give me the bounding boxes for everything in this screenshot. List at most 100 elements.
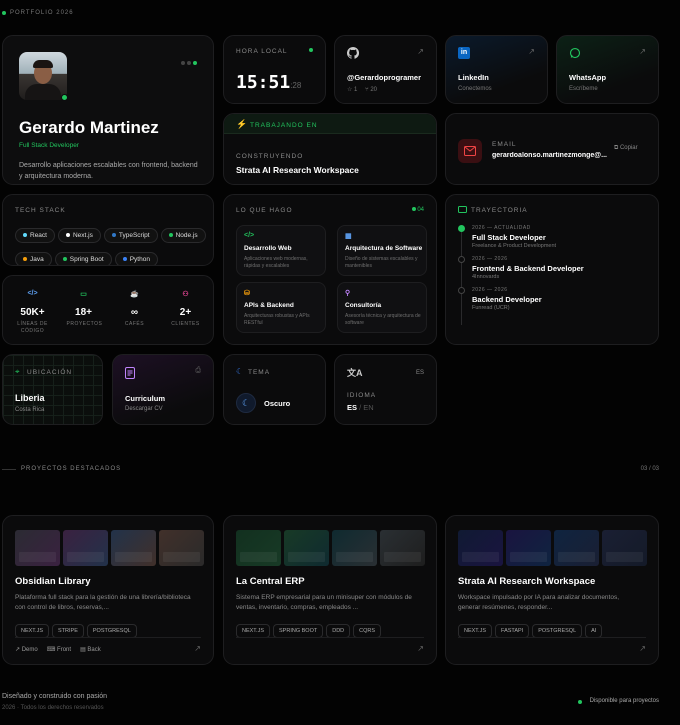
email-label: EMAIL (492, 141, 517, 148)
users-icon: ⚇ (182, 291, 189, 298)
project-thumbnail (380, 530, 425, 566)
blocks-icon: ▦ (345, 233, 352, 240)
code-icon: ⌨ (46, 647, 58, 653)
window-dots (179, 52, 197, 70)
services-label: LO QUE HAGO (236, 207, 293, 214)
language-en[interactable]: EN (363, 403, 373, 412)
footer-line1: Diseñado y construido con pasión (2, 693, 108, 700)
star-icon: ☆ (347, 87, 355, 93)
project-link-label: Demo (21, 647, 38, 653)
theme-card[interactable]: ☾ TEMA ☾ Oscuro (223, 354, 326, 425)
service-title: Arquitectura de Software (345, 245, 423, 252)
timeline-dot (458, 225, 465, 232)
location-card: ⌖ UBICACIÓN Liberia Costa Rica (2, 354, 103, 425)
cv-sub: Descargar CV (125, 406, 163, 412)
whatsapp-card[interactable]: ↗ WhatsApp Escríbeme (556, 35, 659, 104)
project-link[interactable]: ▤ Back (80, 647, 101, 653)
folder-icon: ▭ (80, 291, 87, 298)
stats-card: </> 50K+ LÍNEAS DE CÓDIGO ▭ 18+ PROYECTOS ☕ ∞ CA… (2, 275, 214, 345)
external-link-icon[interactable]: ↗ (417, 644, 424, 653)
external-link-icon[interactable]: ↗ (639, 644, 646, 653)
timeline-period: 2026 — ACTUALIDAD (472, 225, 531, 231)
external-link-icon[interactable]: ↗ (194, 644, 201, 653)
stat-label: CLIENTES (171, 321, 200, 327)
stack-chip-label: React (30, 232, 47, 239)
theme-toggle[interactable]: ☾ (236, 393, 256, 413)
stack-chip: Java (15, 252, 52, 265)
services-card: LO QUE HAGO 04 </> Desarrollo Web Aplicaci… (223, 194, 437, 345)
theme-label: TEMA (248, 369, 271, 376)
avatar (19, 52, 67, 100)
project-card[interactable]: La Central ERP Sistema ERP empresarial pa… (223, 515, 437, 665)
link-icon: ↗ (15, 647, 22, 653)
header-status-dot (2, 11, 6, 15)
project-desc: Sistema ERP empresarial para un minisupe… (236, 594, 412, 611)
timeline-dot (458, 287, 465, 294)
service-title: Desarrollo Web (244, 245, 292, 252)
email-card[interactable]: EMAIL gerardoalonso.martinezmonge@... ⧉ … (445, 113, 659, 185)
stat-label: CAFÉS (124, 321, 145, 327)
stack-chip-label: Node.js (175, 232, 198, 239)
theme-value: Oscuro (264, 399, 291, 408)
project-title: La Central ERP (236, 576, 305, 587)
cv-card[interactable]: ⎙ Curriculum Descargar CV (112, 354, 214, 425)
project-thumbnail (111, 530, 156, 566)
stats-row: </> 50K+ LÍNEAS DE CÓDIGO ▭ 18+ PROYECTOS ☕ ∞ CA… (7, 290, 211, 334)
timeline-line (461, 229, 462, 325)
stack-chips: React Next.js TypeScript Node.js Java Spring … (15, 224, 210, 265)
project-card[interactable]: Strata AI Research Workspace Workspace im… (445, 515, 659, 665)
cv-title: Curriculum (125, 394, 166, 403)
linkedin-icon: in (458, 47, 470, 59)
briefcase-icon (458, 206, 467, 213)
projects-label: PROYECTOS DESTACADOS (21, 466, 122, 472)
time-card: HORA LOCAL 15:51:28 (223, 35, 326, 104)
copy-label: Copiar (619, 145, 638, 151)
stat-item: ⚇ 2+ CLIENTES (160, 290, 211, 334)
moon-icon: ☾ (236, 367, 244, 376)
linkedin-card[interactable]: in ↗ LinkedIn Conectemos (445, 35, 548, 104)
project-card[interactable]: Obsidian Library Plataforma full stack pa… (2, 515, 214, 665)
service-desc: Aplicaciones web modernas, rápidas y esc… (244, 256, 308, 269)
document-icon (125, 367, 135, 379)
profile-bio: Desarrollo aplicaciones escalables con f… (19, 162, 198, 180)
copy-button[interactable]: ⧉ Copiar (614, 145, 638, 152)
project-link[interactable]: ↗ Demo (15, 647, 38, 653)
working-project: Strata AI Research Workspace (236, 165, 359, 175)
stack-dot-icon (23, 233, 27, 238)
github-card[interactable]: ↗ @Gerardoprogramer ☆ 1 ⑂ 20 (334, 35, 437, 104)
stat-label: PROYECTOS (66, 321, 103, 327)
pin-icon: ⌖ (15, 367, 20, 376)
language-card[interactable]: 文A ES IDIOMA ES / EN (334, 354, 437, 425)
stat-value: 18+ (75, 307, 92, 318)
project-title: Obsidian Library (15, 576, 91, 587)
external-link-icon: ↗ (639, 47, 646, 56)
time-seconds: :28 (290, 81, 302, 90)
project-thumbnail (15, 530, 60, 566)
timeline-sub: Funread (UCR) (472, 305, 510, 311)
service-card: </> Desarrollo Web Aplicaciones web modern… (236, 225, 326, 276)
project-tag: POSTGRESQL (532, 624, 583, 638)
footer-line2: 2026 · Todos los derechos reservados (2, 705, 104, 711)
project-tag: NEXT.JS (236, 624, 271, 638)
projects-divider (2, 469, 16, 470)
mail-icon (458, 139, 482, 163)
working-on-card: ⚡ TRABAJANDO EN CONSTRUYENDO Strata AI R… (223, 113, 437, 185)
timeline-card: TRAYECTORIA 2026 — ACTUALIDAD Full Stack … (445, 194, 659, 345)
project-thumbnail (63, 530, 108, 566)
project-desc: Plataforma full stack para la gestión de… (15, 594, 191, 611)
project-desc: Workspace impulsado por IA para analizar… (458, 594, 620, 611)
project-link[interactable]: ⌨ Front (47, 647, 71, 653)
service-title: Consultoría (345, 302, 382, 309)
profile-role: Full Stack Developer (19, 142, 79, 149)
stack-chip: Next.js (57, 228, 101, 243)
header-label: PORTFOLIO 2026 (10, 10, 74, 16)
stat-value: 2+ (179, 307, 192, 318)
language-es[interactable]: ES (347, 403, 357, 412)
timeline-title: Full Stack Developer (472, 233, 546, 242)
project-thumbnail (332, 530, 377, 566)
stack-chip: React (15, 228, 55, 243)
stack-dot-icon (23, 257, 27, 262)
stack-chip: TypeScript (103, 228, 158, 243)
coffee-icon: ☕ (130, 291, 139, 298)
services-count: 04 (417, 207, 424, 213)
